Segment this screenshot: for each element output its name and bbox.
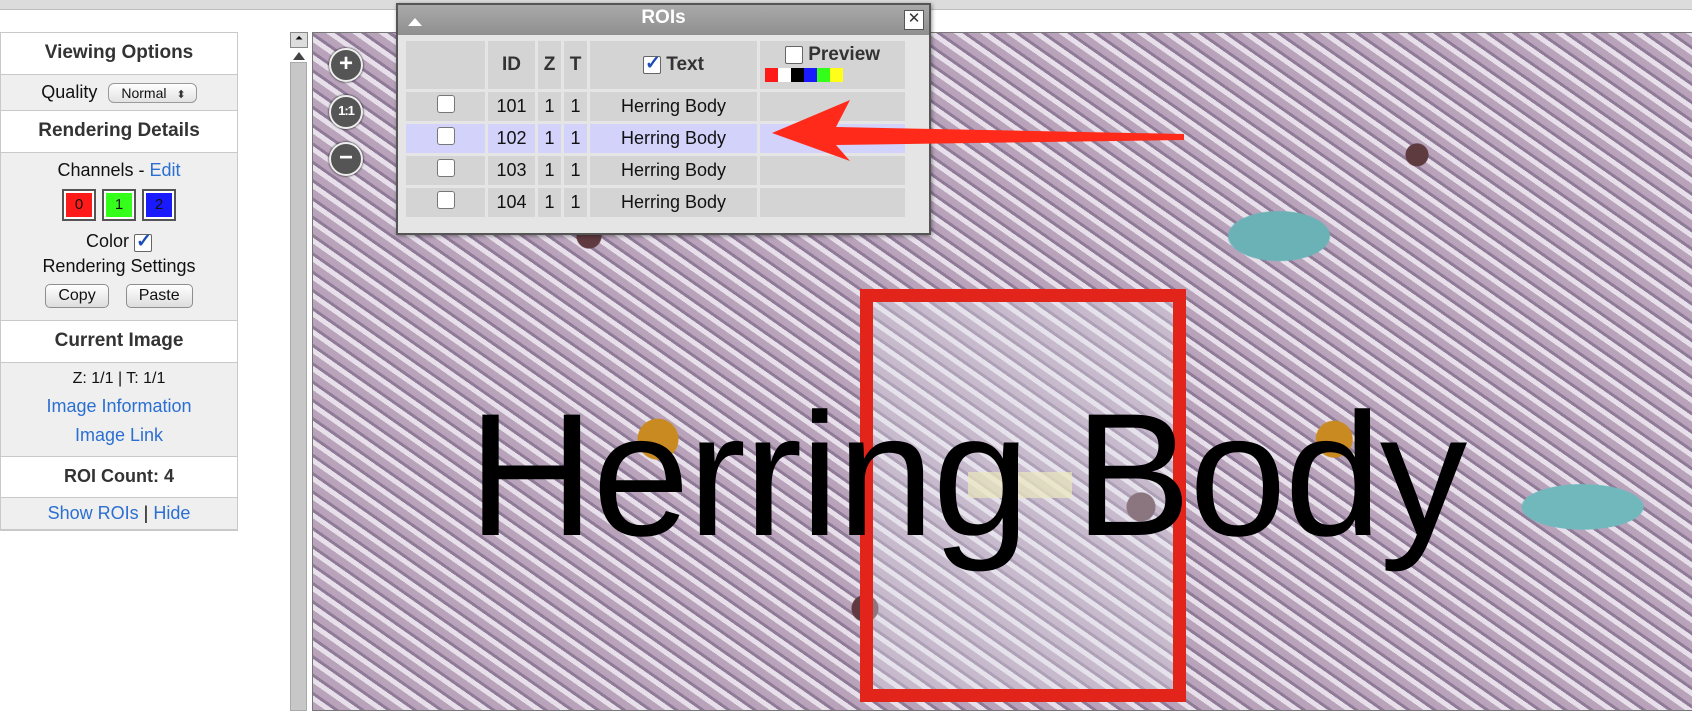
roi-row-checkbox[interactable] <box>436 127 455 145</box>
roi-id-cell: 101 <box>488 92 535 121</box>
preview-color-swatch <box>804 68 817 82</box>
roi-id-cell: 102 <box>488 124 535 153</box>
color-label: Color <box>85 231 129 252</box>
roi-z-cell: 1 <box>538 124 561 153</box>
channels-label: Channels - <box>57 160 145 181</box>
roi-z-cell: 1 <box>538 92 561 121</box>
select-column-header <box>406 41 485 89</box>
roi-text-cell: Herring Body <box>590 188 757 217</box>
quality-label: Quality <box>41 82 98 102</box>
paste-button[interactable]: Paste <box>125 284 193 309</box>
roi-t-cell: 1 <box>564 124 587 153</box>
roi-window-title: ROIs <box>641 7 686 28</box>
roi-select-cell <box>406 124 485 153</box>
z-t-readout: Z: 1/1 | T: 1/1 <box>72 370 166 388</box>
roi-select-cell <box>406 156 485 185</box>
close-icon[interactable]: ✕ <box>904 10 924 30</box>
viewing-options-header: Viewing Options <box>1 33 237 75</box>
preview-label: Preview <box>808 44 881 65</box>
quality-select[interactable]: Normal ⬍ <box>108 83 197 104</box>
channel-buttons: 012 <box>1 185 237 225</box>
roi-row-checkbox[interactable] <box>436 191 455 209</box>
roi-text-overlay: Herring Body <box>468 378 1467 573</box>
channel-button[interactable]: 0 <box>62 189 96 222</box>
copy-button[interactable]: Copy <box>45 284 109 309</box>
roi-row-checkbox[interactable] <box>436 95 455 113</box>
scroll-up-arrow-icon[interactable] <box>293 52 305 60</box>
roi-t-cell: 1 <box>564 156 587 185</box>
id-column-header: ID <box>488 41 535 89</box>
red-arrow-annotation <box>772 100 1184 161</box>
preview-color-swatch <box>765 68 778 82</box>
zoom-out-button[interactable]: − <box>329 142 363 176</box>
hide-rois-link[interactable]: Hide <box>153 503 190 523</box>
channel-button[interactable]: 2 <box>142 189 176 222</box>
preview-column-header: Preview <box>760 41 905 89</box>
roi-text-cell: Herring Body <box>590 124 757 153</box>
roi-z-cell: 1 <box>538 156 561 185</box>
preview-checkbox[interactable] <box>784 45 803 64</box>
preview-color-swatches <box>761 68 904 82</box>
roi-text-cell: Herring Body <box>590 92 757 121</box>
rendering-settings-label: Rendering Settings <box>42 256 196 277</box>
roi-select-cell <box>406 188 485 217</box>
color-checkbox[interactable] <box>134 230 153 253</box>
rendering-details-body: Channels - Edit 012 Color Rendering Sett… <box>1 153 237 322</box>
image-information-link[interactable]: Image Information <box>46 396 191 416</box>
t-column-header: T <box>564 41 587 89</box>
roi-count-body: Show ROIs | Hide <box>1 498 237 531</box>
current-image-body: Z: 1/1 | T: 1/1 Image Information Image … <box>1 363 237 458</box>
text-column-header: Text <box>590 41 757 89</box>
roi-id-cell: 104 <box>488 188 535 217</box>
select-arrows-icon: ⬍ <box>176 89 186 102</box>
roi-z-cell: 1 <box>538 188 561 217</box>
text-column-checkbox[interactable] <box>643 52 662 75</box>
roi-link-separator: | <box>143 503 149 524</box>
roi-count-header: ROI Count: 4 <box>1 457 237 499</box>
roi-select-cell <box>406 92 485 121</box>
scrollbar-track[interactable] <box>290 62 307 711</box>
quality-value: Normal <box>121 85 167 102</box>
show-rois-link[interactable]: Show ROIs <box>48 503 139 523</box>
roi-row[interactable]: 104 1 1 Herring Body <box>406 188 905 217</box>
channels-edit-link[interactable]: Edit <box>150 160 181 180</box>
collapse-toggle-icon[interactable]: ⏶ <box>290 32 308 48</box>
roi-t-cell: 1 <box>564 188 587 217</box>
rendering-details-header: Rendering Details <box>1 111 237 154</box>
vertical-scroll-strip: ⏶ <box>289 32 309 711</box>
text-column-label: Text <box>666 54 704 75</box>
roi-t-cell: 1 <box>564 92 587 121</box>
z-column-header: Z <box>538 41 561 89</box>
preview-color-swatch <box>830 68 843 82</box>
zoom-one-to-one-button[interactable]: 1:1 <box>329 95 363 129</box>
image-link[interactable]: Image Link <box>75 425 163 445</box>
preview-color-swatch <box>778 68 791 82</box>
roi-id-cell: 103 <box>488 156 535 185</box>
roi-row-checkbox[interactable] <box>436 159 455 177</box>
preview-color-swatch <box>817 68 830 82</box>
roi-window-titlebar[interactable]: ROIs ✕ <box>398 5 929 35</box>
viewing-options-body: Quality Normal ⬍ <box>1 75 237 112</box>
current-image-header: Current Image <box>1 321 237 364</box>
left-panel: Viewing Options Quality Normal ⬍ Renderin… <box>0 32 238 532</box>
channel-button[interactable]: 1 <box>102 189 136 222</box>
preview-color-swatch <box>791 68 804 82</box>
roi-preview-cell <box>760 188 905 217</box>
zoom-in-button[interactable]: + <box>329 48 363 82</box>
roi-text-cell: Herring Body <box>590 156 757 185</box>
